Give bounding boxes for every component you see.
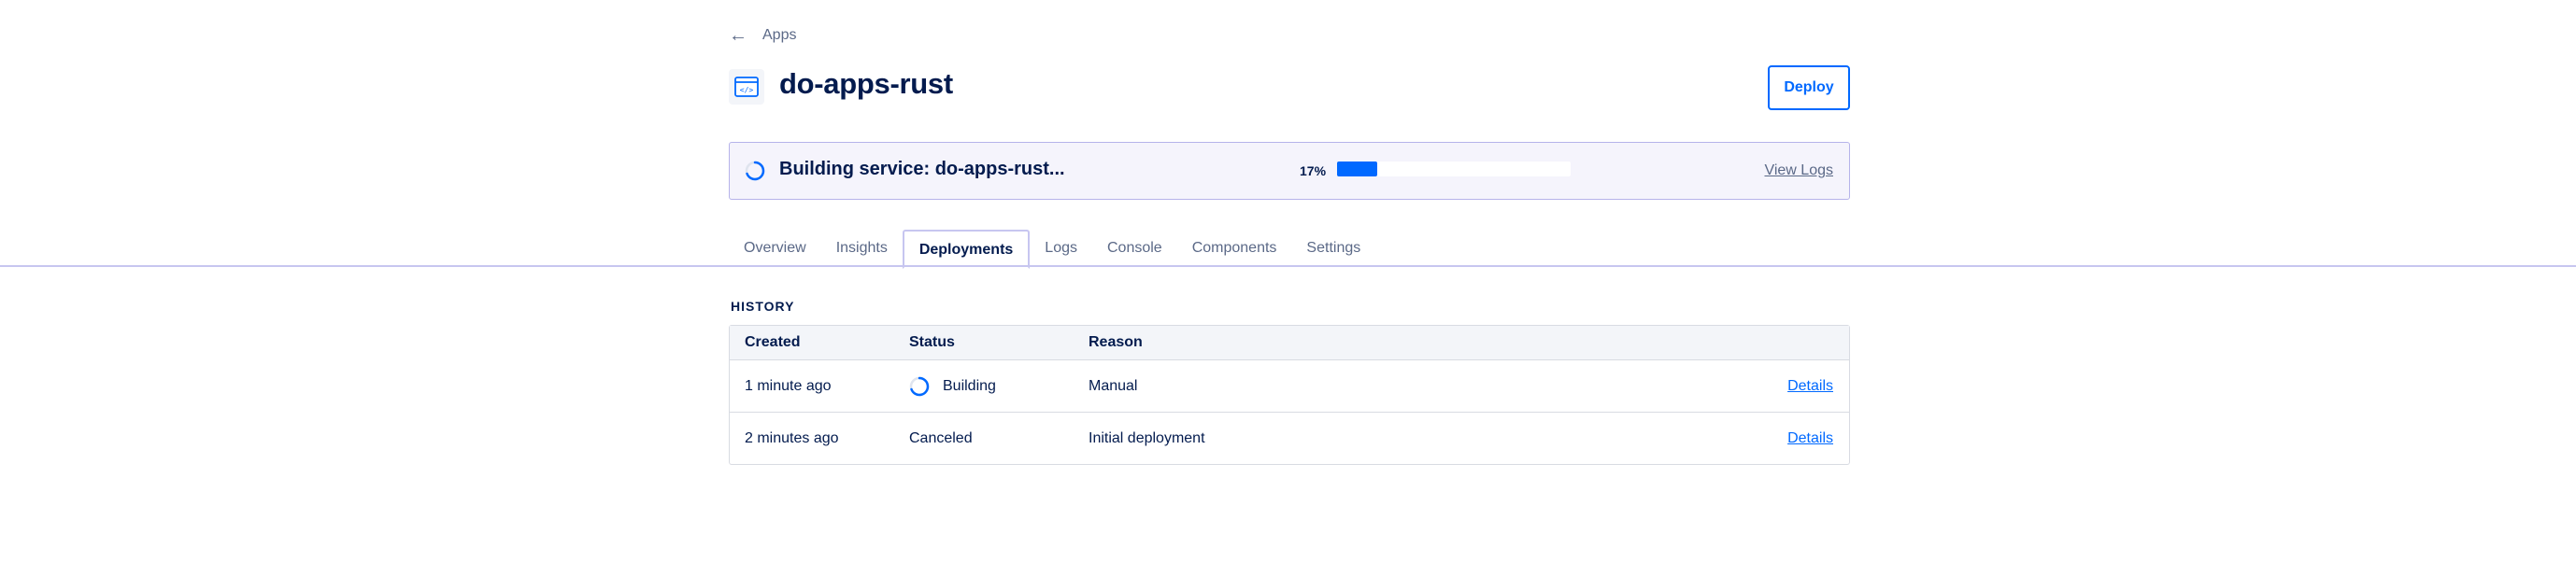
status-cell: Canceled bbox=[909, 430, 1089, 447]
reason-cell: Manual bbox=[1089, 377, 1138, 394]
spinner-icon bbox=[745, 161, 765, 181]
table-row: 1 minute ago Building Manual Details bbox=[730, 360, 1849, 412]
deploy-button[interactable]: Deploy bbox=[1768, 65, 1850, 110]
spinner-icon bbox=[909, 376, 930, 396]
svg-text:</>: </> bbox=[740, 86, 754, 94]
build-status-text: Building service: do-apps-rust... bbox=[779, 159, 1065, 179]
tab-settings[interactable]: Settings bbox=[1291, 230, 1375, 267]
table-row: 2 minutes ago Canceled Initial deploymen… bbox=[730, 412, 1849, 464]
tab-overview[interactable]: Overview bbox=[729, 230, 821, 267]
status-text: Building bbox=[943, 377, 996, 394]
page-title: do-apps-rust bbox=[779, 67, 953, 100]
tab-console[interactable]: Console bbox=[1092, 230, 1177, 267]
tab-deployments[interactable]: Deployments bbox=[902, 230, 1031, 269]
breadcrumb: ← Apps bbox=[729, 26, 796, 45]
app-header: </> do-apps-rust Deploy bbox=[729, 62, 1850, 114]
build-progress-bar bbox=[1337, 162, 1571, 176]
tab-bar: Overview Insights Deployments Logs Console Co… bbox=[729, 230, 1375, 269]
build-percent: 17% bbox=[1300, 163, 1327, 178]
tab-divider bbox=[0, 265, 2576, 267]
build-progress-fill bbox=[1337, 162, 1377, 176]
status-cell: Building bbox=[909, 376, 1089, 397]
details-link[interactable]: Details bbox=[1787, 378, 1833, 394]
reason-cell: Initial deployment bbox=[1089, 429, 1205, 446]
history-heading: HISTORY bbox=[731, 299, 795, 314]
column-created: Created bbox=[745, 334, 801, 350]
status-text: Canceled bbox=[909, 429, 973, 446]
view-logs-link[interactable]: View Logs bbox=[1764, 162, 1833, 179]
created-cell: 2 minutes ago bbox=[745, 429, 839, 446]
tab-insights[interactable]: Insights bbox=[821, 230, 903, 267]
build-status-banner: Building service: do-apps-rust... 17% Vi… bbox=[729, 142, 1850, 200]
table-header: Created Status Reason bbox=[730, 326, 1849, 360]
tab-components[interactable]: Components bbox=[1177, 230, 1292, 267]
code-window-icon: </> bbox=[729, 69, 764, 105]
column-reason: Reason bbox=[1089, 334, 1143, 350]
back-arrow-icon[interactable]: ← bbox=[729, 26, 747, 45]
column-status: Status bbox=[909, 334, 955, 350]
created-cell: 1 minute ago bbox=[745, 377, 832, 394]
breadcrumb-apps-link[interactable]: Apps bbox=[762, 27, 796, 44]
details-link[interactable]: Details bbox=[1787, 430, 1833, 446]
tab-logs[interactable]: Logs bbox=[1030, 230, 1092, 267]
deployments-table: Created Status Reason 1 minute ago Build… bbox=[729, 325, 1850, 465]
